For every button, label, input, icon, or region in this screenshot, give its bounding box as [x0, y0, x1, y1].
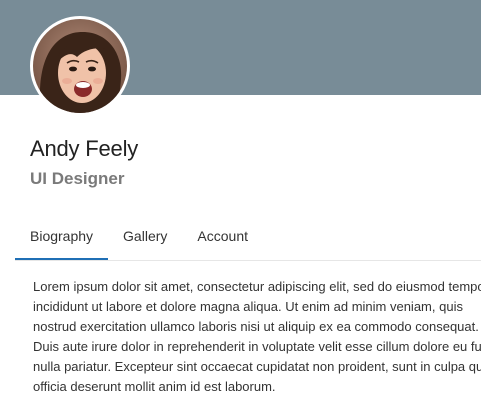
profile-role: UI Designer — [30, 169, 125, 188]
avatar-photo-icon — [33, 19, 127, 113]
tab-biography[interactable]: Biography — [15, 216, 109, 260]
profile-name: Andy Feely — [30, 136, 139, 161]
avatar[interactable] — [30, 16, 130, 116]
profile-card: Andy Feely UI Designer Biography Gallery… — [0, 0, 481, 411]
biography-panel: Lorem ipsum dolor sit amet, consectetur … — [33, 277, 481, 392]
biography-text: Lorem ipsum dolor sit amet, consectetur … — [33, 279, 481, 392]
tab-account[interactable]: Account — [182, 216, 263, 258]
tab-gallery[interactable]: Gallery — [108, 216, 182, 258]
profile-tabs: Biography Gallery Account — [15, 216, 481, 261]
